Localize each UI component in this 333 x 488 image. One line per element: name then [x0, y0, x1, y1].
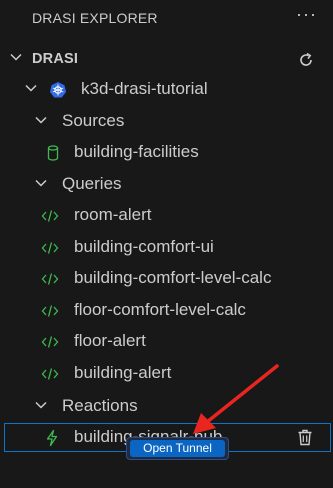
kubernetes-icon [50, 82, 66, 98]
tree-item-cluster[interactable]: k3d-drasi-tutorial [0, 75, 333, 105]
tree-item-source[interactable]: building-facilities [0, 138, 333, 168]
chevron-down-icon[interactable] [34, 113, 48, 127]
explorer-title: DRASI EXPLORER [32, 10, 158, 26]
database-icon [47, 145, 59, 161]
query-label: building-comfort-ui [74, 237, 214, 256]
code-icon [41, 368, 59, 380]
query-label: building-comfort-level-calc [74, 268, 272, 287]
refresh-icon[interactable] [297, 51, 315, 69]
chevron-down-icon[interactable] [34, 176, 48, 190]
queries-label: Queries [62, 174, 122, 193]
chevron-down-icon[interactable] [9, 50, 23, 64]
tree-item-query[interactable]: room-alert [0, 201, 333, 231]
query-label: building-alert [74, 363, 172, 382]
explorer-header: DRASI EXPLORER ··· [0, 0, 333, 36]
code-icon [41, 242, 59, 254]
code-icon [41, 305, 59, 317]
tree-item-query[interactable]: building-comfort-ui [0, 233, 333, 263]
tree-item-query[interactable]: building-comfort-level-calc [0, 264, 333, 294]
tree-item-query[interactable]: floor-comfort-level-calc [0, 296, 333, 326]
open-tunnel-tooltip[interactable]: Open Tunnel [126, 437, 229, 460]
chevron-down-icon[interactable] [34, 398, 48, 412]
source-label: building-facilities [74, 142, 199, 161]
reactions-label: Reactions [62, 396, 138, 415]
ellipsis-icon[interactable]: ··· [296, 4, 316, 28]
query-label: room-alert [74, 205, 152, 224]
code-icon [41, 210, 59, 222]
tree-group-sources[interactable]: Sources [0, 107, 333, 137]
sources-label: Sources [62, 111, 125, 130]
tree-root-drasi[interactable]: DRASI [0, 44, 333, 74]
open-tunnel-button[interactable]: Open Tunnel [130, 440, 225, 457]
code-icon [41, 273, 59, 285]
query-label: floor-alert [74, 331, 146, 350]
annotation-arrow [193, 364, 279, 434]
code-icon [41, 336, 59, 348]
tree-group-queries[interactable]: Queries [0, 170, 333, 200]
cluster-label: k3d-drasi-tutorial [81, 79, 208, 98]
trash-icon[interactable] [296, 428, 314, 447]
root-label: DRASI [32, 51, 79, 67]
tree-item-query[interactable]: floor-alert [0, 327, 333, 357]
bolt-icon [46, 429, 58, 447]
chevron-down-icon[interactable] [24, 81, 38, 95]
query-label: floor-comfort-level-calc [74, 300, 246, 319]
